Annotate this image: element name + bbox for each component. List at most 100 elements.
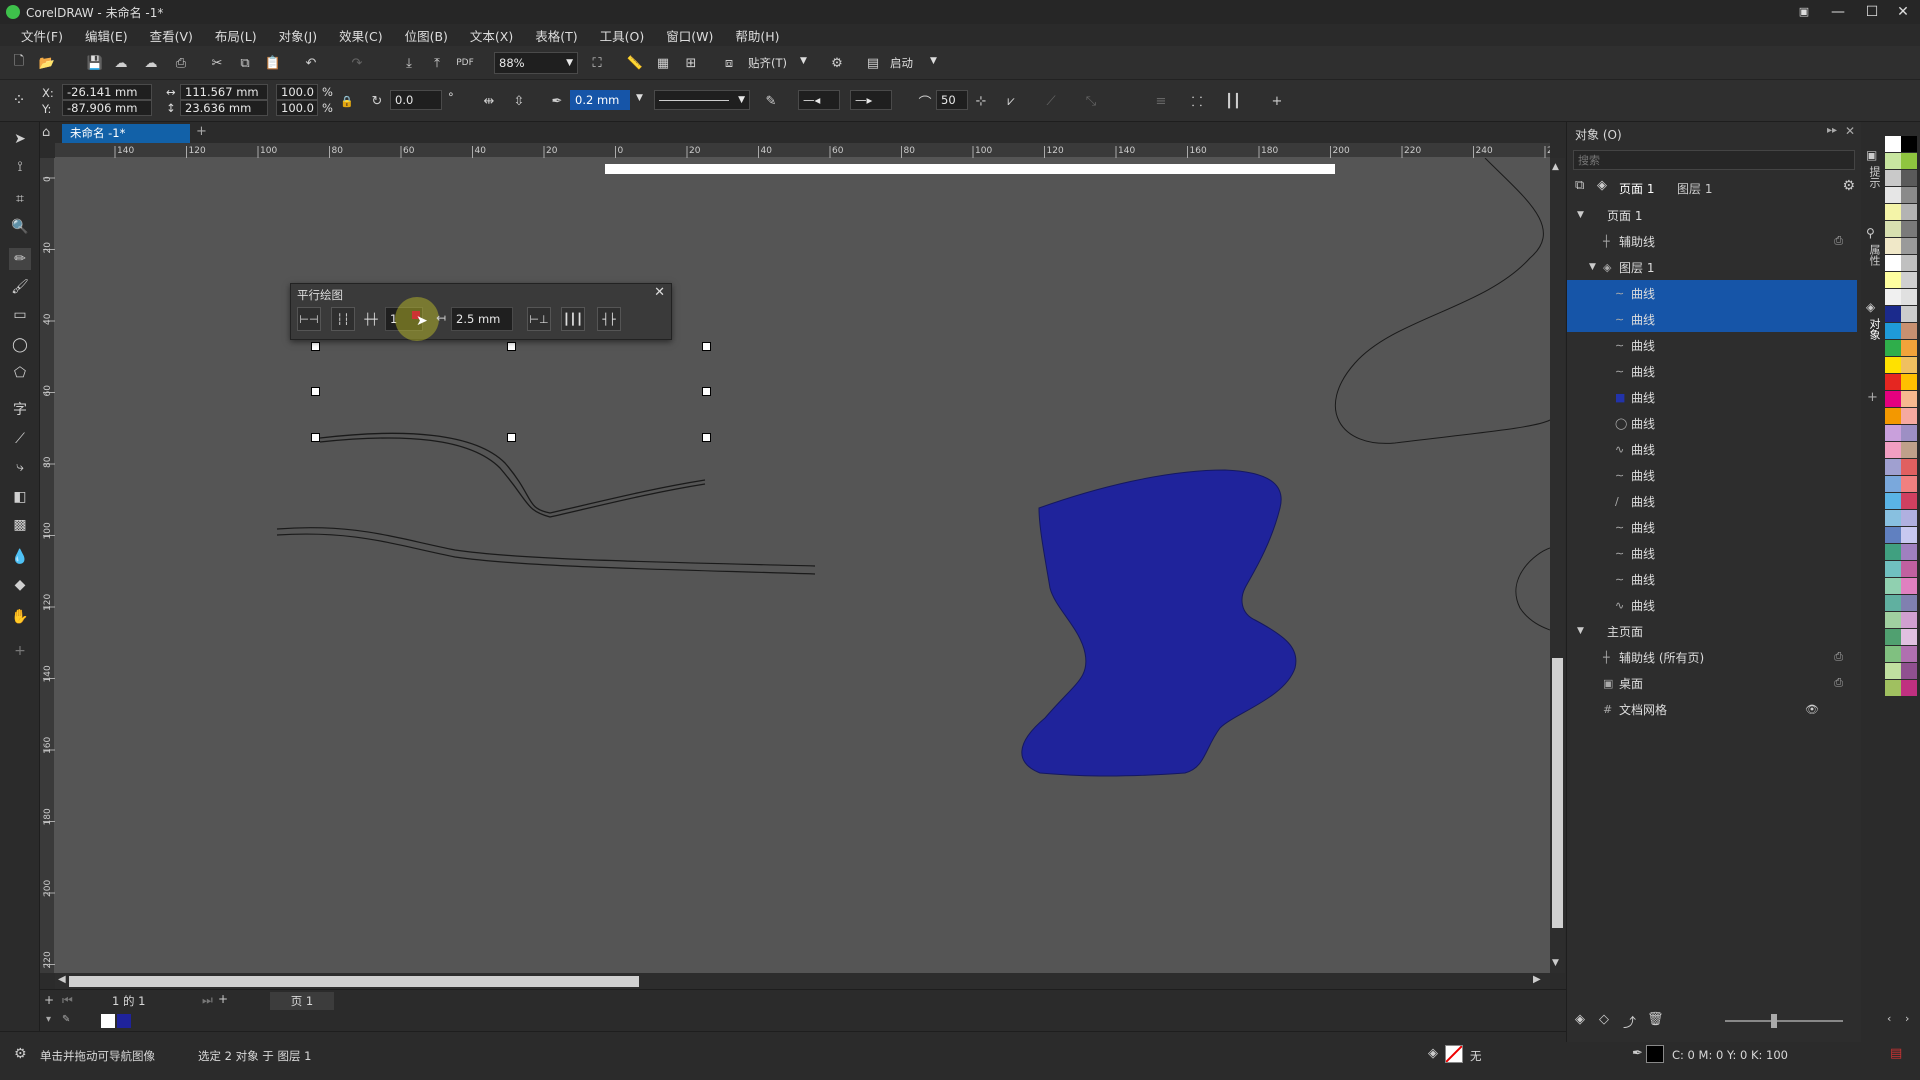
palette-swatch[interactable] [1885, 612, 1901, 628]
palette-swatch[interactable] [1885, 289, 1901, 305]
zoom-tool-icon[interactable]: 🔍 [9, 216, 31, 238]
minimize-button[interactable]: — [1821, 0, 1855, 24]
current-page-label[interactable]: 页面 1 [1619, 180, 1654, 197]
printer-icon[interactable]: ⎙ [1834, 234, 1843, 248]
menu-text[interactable]: 文本(X) [470, 26, 513, 45]
chevron-down-icon[interactable]: ▼ [930, 56, 937, 66]
selection-handle[interactable] [507, 433, 516, 442]
object-tree-row[interactable]: ∿ 曲线 [1567, 592, 1857, 618]
palette-swatch[interactable] [1885, 646, 1901, 662]
crop-tool-icon[interactable]: ⌗ [9, 188, 31, 210]
palette-swatch[interactable] [1885, 425, 1901, 441]
undo-icon[interactable]: ↶ [300, 52, 322, 74]
palette-swatch[interactable] [1885, 459, 1901, 475]
palette-swatch[interactable] [1885, 340, 1901, 356]
calligraphy-pen-icon[interactable]: ✎ [760, 90, 782, 112]
freehand-tool-icon[interactable]: ✏ [9, 248, 31, 270]
artistic-media-icon[interactable]: 🖌 [9, 276, 31, 298]
scroll-down-icon[interactable]: ▼ [1552, 958, 1559, 968]
menu-window[interactable]: 窗口(W) [666, 26, 713, 45]
palette-swatch[interactable] [1901, 561, 1917, 577]
visibility-eye-icon[interactable]: 👁 [1805, 703, 1819, 716]
palette-swatch[interactable] [1885, 510, 1901, 526]
object-tree-row[interactable]: ▼ 主页面 [1567, 618, 1857, 644]
open-folder-icon[interactable]: 📂 [36, 52, 58, 74]
ellipse-tool-icon[interactable]: ◯ [9, 334, 31, 356]
menu-view[interactable]: 查看(V) [150, 26, 193, 45]
options-gear-icon[interactable]: ⚙ [826, 52, 848, 74]
object-tree-row[interactable]: ◯ 曲线 [1567, 410, 1857, 436]
close-docker-icon[interactable]: ✕ [1845, 124, 1855, 138]
chevron-down-icon[interactable]: ▼ [636, 93, 643, 103]
outline-width-input[interactable]: 0.2 mm [570, 90, 630, 110]
palette-swatch[interactable] [1885, 595, 1901, 611]
palette-swatch[interactable] [1885, 476, 1901, 492]
drop-shadow-icon[interactable]: ◧ [9, 486, 31, 508]
launch-icon[interactable]: ▤ [862, 52, 884, 74]
palette-swatch[interactable] [1901, 374, 1917, 390]
copy-icon[interactable]: ⧉ [234, 52, 256, 74]
menu-tools[interactable]: 工具(O) [600, 26, 645, 45]
palette-swatch[interactable] [1885, 221, 1901, 237]
pdf-icon[interactable]: PDF [454, 52, 476, 74]
vertical-ruler[interactable]: 0 20 40 60 80 100 120 140 160 180 200 220 [40, 158, 55, 973]
polygon-tool-icon[interactable]: ⬠ [9, 362, 31, 384]
object-tree-row[interactable]: ∼ 曲线 [1567, 280, 1857, 306]
curve[interactable] [276, 527, 816, 567]
scale-x-input[interactable]: 100.0 [276, 84, 318, 100]
palette-swatch[interactable] [1901, 408, 1917, 424]
color-proof-icon[interactable]: ▤ [1890, 1046, 1902, 1061]
save-icon[interactable]: 💾 [84, 52, 106, 74]
home-icon[interactable]: ⌂ [42, 125, 50, 140]
object-tree-row[interactable]: ∼ 曲线 [1567, 306, 1857, 332]
parallel-two-lines-icon[interactable]: ┆┆ [331, 307, 355, 331]
palette-swatch[interactable] [1885, 442, 1901, 458]
height-input[interactable]: 23.636 mm [180, 100, 268, 116]
redo-icon[interactable]: ↷ [346, 52, 368, 74]
palette-swatch[interactable] [1885, 374, 1901, 390]
palette-swatch[interactable] [1901, 136, 1917, 152]
palette-swatch[interactable] [1885, 493, 1901, 509]
object-tree-row[interactable]: # 文档网格 👁 [1567, 696, 1857, 722]
object-tree-row[interactable]: ∼ 曲线 [1567, 462, 1857, 488]
palette-swatch[interactable] [1901, 510, 1917, 526]
slider-thumb[interactable] [1771, 1014, 1777, 1028]
object-tree-row[interactable]: ■ 曲线 [1567, 384, 1857, 410]
color-swatch-white[interactable] [101, 1014, 115, 1028]
shape-tool-icon[interactable]: ⟟ [9, 156, 31, 178]
scrollbar-thumb[interactable] [1552, 658, 1563, 928]
page-tab[interactable]: 页 1 [270, 992, 334, 1010]
mirror-vertical-icon[interactable]: ⇳ [508, 90, 530, 112]
palette-swatch[interactable] [1901, 663, 1917, 679]
palette-swatch[interactable] [1901, 391, 1917, 407]
close-icon[interactable]: ✕ [654, 285, 665, 300]
parallel-drawing-mode-icon[interactable]: ⊢⊣ [297, 307, 321, 331]
add-page-icon[interactable]: + [218, 992, 228, 1006]
parallel-lines-icon[interactable]: ┃┃ [1222, 90, 1244, 112]
mirror-horizontal-icon[interactable]: ⇹ [478, 90, 500, 112]
palette-swatch[interactable] [1885, 578, 1901, 594]
object-tree-row[interactable]: ∼ 曲线 [1567, 358, 1857, 384]
object-tree-row[interactable]: ∼ 曲线 [1567, 566, 1857, 592]
palette-options-icon[interactable]: ▾ [46, 1014, 51, 1025]
maximize-button[interactable]: ☐ [1855, 0, 1889, 24]
palette-swatch[interactable] [1885, 527, 1901, 543]
text-tool-icon[interactable]: 字 [9, 398, 31, 420]
menu-help[interactable]: 帮助(H) [735, 26, 779, 45]
menu-table[interactable]: 表格(T) [535, 26, 577, 45]
parallel-both-icon[interactable]: ┃┃┃ [561, 307, 585, 331]
add-docker-icon[interactable]: + [1867, 390, 1878, 405]
close-button[interactable]: ✕ [1886, 0, 1920, 24]
snap-to-label[interactable]: 贴齐(T) [748, 55, 787, 71]
properties-tab-icon[interactable]: ⚲ [1866, 226, 1875, 240]
delete-icon[interactable]: 🗑 [1647, 1012, 1664, 1027]
objects-search-input[interactable] [1573, 150, 1855, 170]
expand-docker-icon[interactable]: ▸▸ [1827, 125, 1837, 136]
show-guidelines-icon[interactable]: ⊞ [680, 52, 702, 74]
snap-icon[interactable]: ⧈ [718, 52, 740, 74]
palette-swatch[interactable] [1901, 357, 1917, 373]
selection-handle[interactable] [507, 342, 516, 351]
smart-fill-icon[interactable]: ✋ [9, 606, 31, 628]
expand-toggle-icon[interactable]: ▼ [1577, 626, 1591, 636]
curve[interactable] [276, 533, 816, 575]
